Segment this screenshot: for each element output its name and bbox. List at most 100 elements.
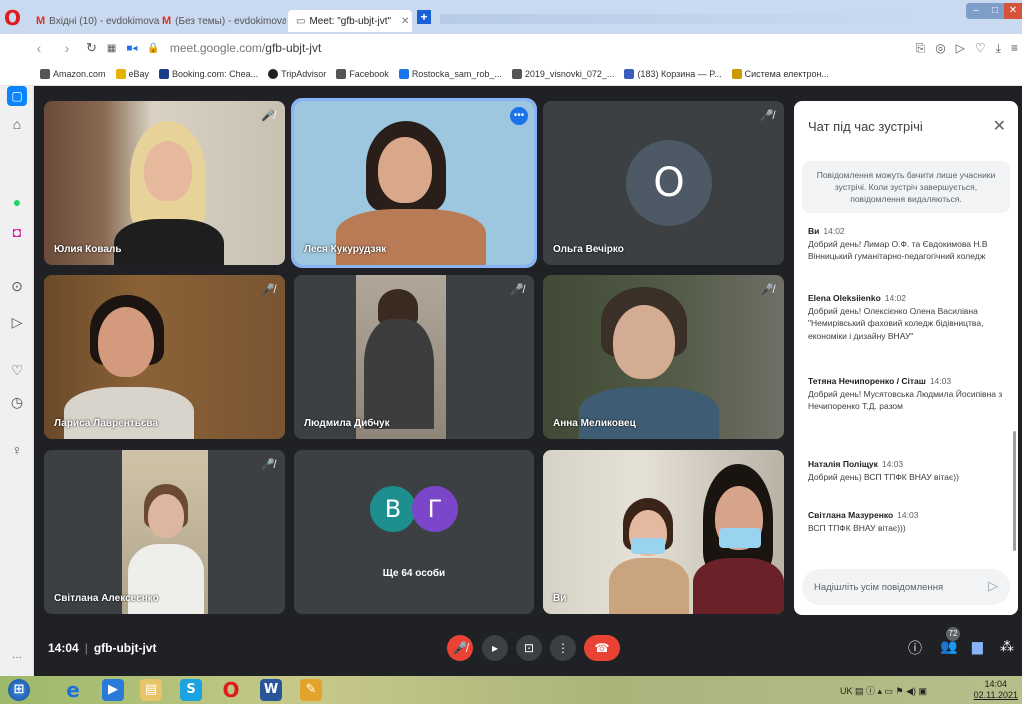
home-icon[interactable]: ⌂	[7, 114, 27, 134]
file-explorer-icon[interactable]: ▤	[140, 679, 162, 701]
new-tab-button[interactable]: +	[417, 10, 431, 24]
participant-name: Анна Меликовец	[553, 418, 636, 429]
bookmark-item[interactable]: (183) Корзина — P...	[624, 68, 722, 79]
camera-in-use-icon[interactable]: ■◂	[126, 43, 137, 54]
participant-options-button[interactable]: •••	[510, 107, 528, 125]
participant-tile[interactable]: 🎤̸ Людмила Дибчук	[294, 275, 534, 439]
chat-scrollbar[interactable]	[1013, 431, 1016, 551]
flow-icon[interactable]: ▷	[956, 41, 965, 56]
mic-off-icon: 🎤̸	[760, 110, 774, 122]
camera-icon[interactable]: ◎	[935, 41, 945, 56]
video-feed	[543, 450, 784, 614]
bookmark-item[interactable]: Amazon.com	[40, 68, 106, 79]
bookmark-item[interactable]: TripAdvisor	[268, 68, 326, 79]
gmail-icon: M	[36, 15, 46, 27]
message-text: Добрий день! Мусятовська Людмила Йосипів…	[808, 388, 1003, 412]
close-window-button[interactable]: ✕	[1004, 3, 1022, 19]
close-chat-icon[interactable]: ✕	[993, 116, 1006, 136]
info-icon[interactable]: ⓘ	[908, 638, 922, 658]
chat-message: Ви 14:02 Добрий день! Лимар О.Ф. та Євдок…	[808, 225, 1004, 263]
message-sender: Наталія Поліщук	[808, 459, 878, 469]
bookmark-item[interactable]: Facebook	[336, 68, 389, 79]
participant-tile[interactable]: ••• Леся Кукурудзяк	[291, 98, 537, 268]
windows-taskbar: ⊞ e ▶ ▤ S O W ✎ UK ▤ ⓘ ▴ ▭ ⚑ ◀) ▣ 14:04 …	[0, 676, 1022, 704]
activities-icon[interactable]: ⁂	[1000, 638, 1014, 655]
message-text: Добрий день! Лимар О.Ф. та Євдокимова Н.…	[808, 238, 988, 262]
flow-icon[interactable]: ▷	[7, 312, 27, 332]
tab-no-subject[interactable]: M (Без темы) - evdokimovan... ✕	[162, 10, 286, 32]
language-indicator[interactable]: UK	[840, 686, 853, 696]
message-sender: Тетяна Нечипоренко / Сіташ	[808, 376, 926, 386]
start-button[interactable]: ⊞	[8, 679, 30, 701]
more-icon[interactable]: ···	[7, 648, 27, 668]
mic-off-icon: 🎤̸	[261, 459, 275, 471]
participant-tile[interactable]: 🎤̸ Лариса Лаврентьєва	[44, 275, 285, 439]
participant-avatar: О	[626, 140, 712, 226]
clock-time: 14:04	[984, 679, 1008, 689]
maximize-button[interactable]: □	[986, 3, 1004, 19]
meeting-info: 14:04 | gfb-ubjt-jvt	[48, 641, 157, 655]
minimize-button[interactable]: –	[966, 3, 986, 19]
clock-date: 02.11.2021	[973, 690, 1018, 700]
bulb-icon[interactable]: ♀	[7, 440, 27, 460]
participant-tile[interactable]: 🎤̸ Юлия Коваль	[44, 101, 285, 265]
forward-icon[interactable]: ›	[58, 40, 76, 56]
workspace-icon[interactable]: ▢	[7, 86, 27, 106]
leave-call-button[interactable]: ☎	[584, 635, 620, 661]
mic-off-button[interactable]: 🎤̸	[447, 635, 473, 661]
message-time: 14:03	[881, 459, 904, 469]
bookmark-icon	[511, 68, 522, 79]
bookmark-item[interactable]: Rostocka_sam_rob_...	[398, 68, 502, 79]
tab-meet[interactable]: ▭ Meet: "gfb-ubjt-jvt" ✕	[288, 10, 412, 32]
snapshot-icon[interactable]: ⎘	[916, 41, 926, 56]
message-text: ВСП ТПФК ВНАУ вітає)))	[808, 522, 906, 533]
browser-tab-strip: O M Вхідні (10) - evdokimovan... ✕ M (Бе…	[0, 0, 1022, 34]
meeting-control-bar: 14:04 | gfb-ubjt-jvt 🎤̸ ▸ ⊡ ⋮ ☎ ⓘ 72 👥 ▆ ⁂	[34, 620, 1022, 676]
tray-icons[interactable]: ▤ ⓘ ▴ ▭ ⚑ ◀) ▣	[855, 686, 927, 696]
history-icon[interactable]: ◷	[7, 392, 27, 412]
mic-off-icon: 🎤̸	[510, 284, 524, 296]
people-icon[interactable]: 👥	[940, 638, 957, 655]
player-icon[interactable]: ⊙	[7, 276, 27, 296]
instagram-icon[interactable]: ◘	[7, 222, 27, 242]
others-tile[interactable]: В Г Ще 64 особи	[294, 450, 534, 614]
message-text: Добрий день) ВСП ТПФК ВНАУ вітає))	[808, 471, 959, 482]
whatsapp-icon[interactable]: ●	[7, 192, 27, 212]
bookmark-icon	[268, 68, 279, 79]
more-options-button[interactable]: ⋮	[550, 635, 576, 661]
participant-tile[interactable]: 🎤̸ Світлана Алексеєнко	[44, 450, 285, 614]
speed-dial-icon[interactable]: ▦	[107, 43, 116, 54]
internet-explorer-icon[interactable]: e	[62, 679, 84, 701]
bookmark-item[interactable]: Система електрон...	[731, 68, 829, 79]
download-icon[interactable]: ⤓	[996, 41, 1001, 56]
bookmark-icon	[336, 68, 347, 79]
paint-icon[interactable]: ✎	[300, 679, 322, 701]
message-text: Добрий день! Олексієнко Олена Василівна …	[808, 305, 984, 341]
taskbar-clock[interactable]: 14:04 02.11.2021	[974, 679, 1018, 701]
tab-inbox[interactable]: M Вхідні (10) - evdokimovan... ✕	[36, 10, 160, 32]
send-icon[interactable]: ▷	[988, 578, 998, 594]
chat-icon[interactable]: ▆	[972, 638, 983, 655]
opera-logo-icon[interactable]: O	[4, 6, 26, 30]
url-field[interactable]: meet.google.com/gfb-ubjt-jvt	[170, 41, 321, 55]
heart-icon[interactable]: ♡	[975, 41, 986, 56]
close-tab-icon[interactable]: ✕	[401, 16, 409, 27]
bookmark-item[interactable]: 2019_visnovki_072_...	[511, 68, 614, 79]
opera-icon[interactable]: O	[220, 679, 242, 701]
word-icon[interactable]: W	[260, 679, 282, 701]
present-button[interactable]: ⊡	[516, 635, 542, 661]
self-tile[interactable]: Ви	[543, 450, 784, 614]
skype-icon[interactable]: S	[180, 679, 202, 701]
camera-button[interactable]: ▸	[482, 635, 508, 661]
menu-icon[interactable]: ≡	[1011, 41, 1018, 56]
back-icon[interactable]: ‹	[30, 40, 48, 56]
bookmark-item[interactable]: Booking.com: Chea...	[159, 68, 258, 79]
bookmark-item[interactable]: eBay	[115, 68, 149, 79]
heart-icon[interactable]: ♡	[7, 360, 27, 380]
chat-message-input[interactable]	[814, 577, 974, 597]
participant-name: Світлана Алексеєнко	[54, 593, 159, 604]
media-player-icon[interactable]: ▶	[102, 679, 124, 701]
participant-tile[interactable]: О 🎤̸ Ольга Вечірко	[543, 101, 784, 265]
reload-icon[interactable]: ↻	[86, 40, 97, 56]
participant-tile[interactable]: 🎤̸ Анна Меликовец	[543, 275, 784, 439]
